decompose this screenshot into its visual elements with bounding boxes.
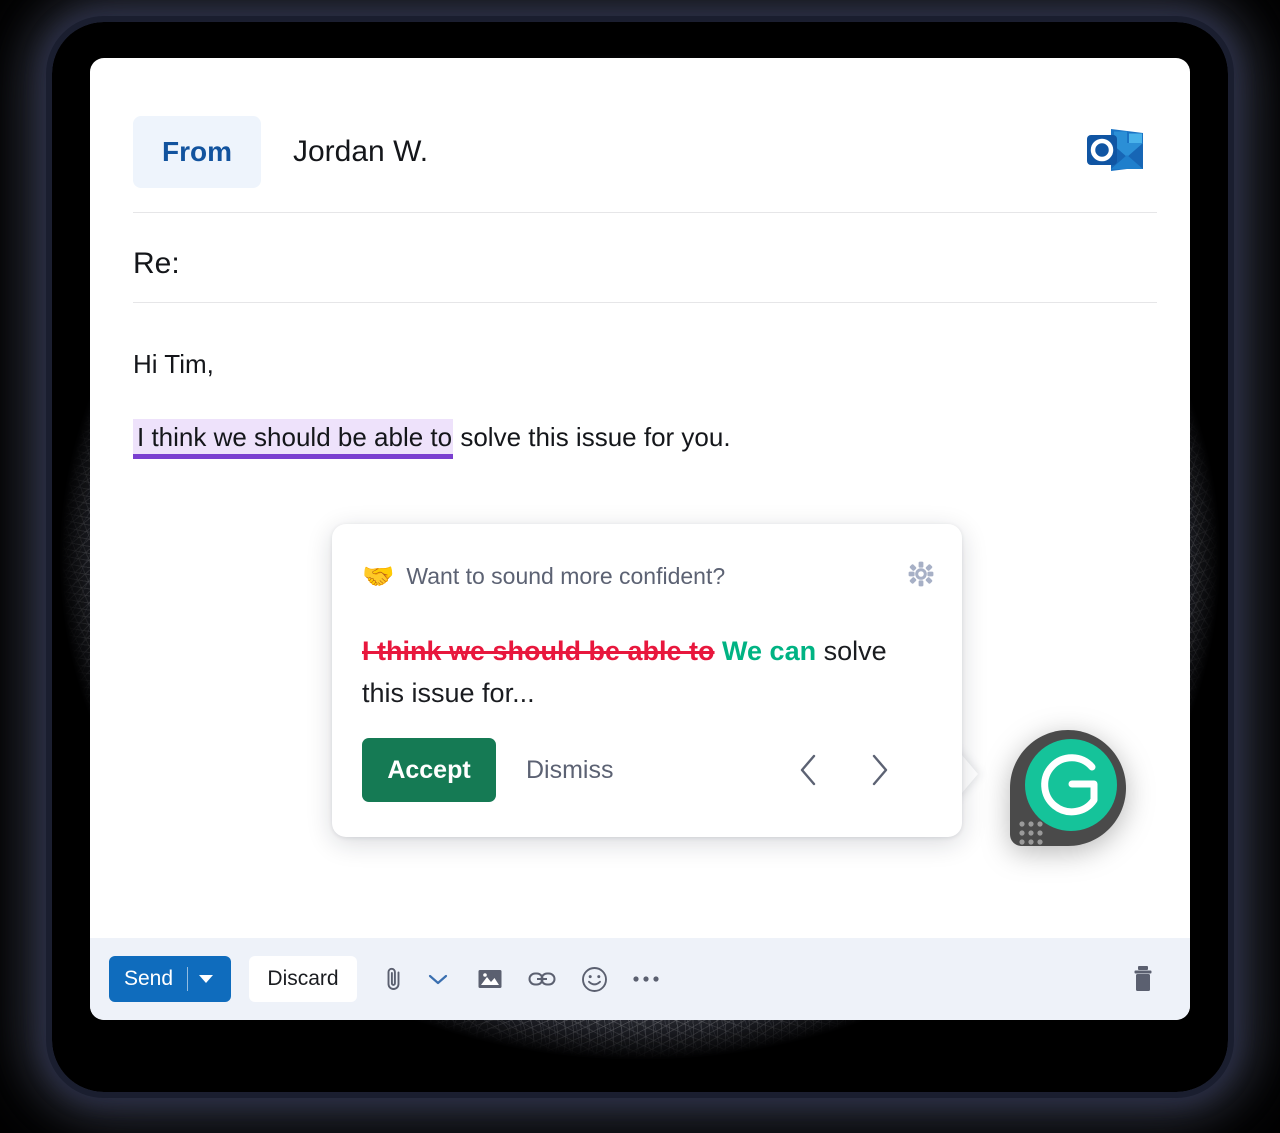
- card-actions: Accept Dismiss: [362, 738, 936, 802]
- screenshot-stage: From Jordan W. Re: Hi Tim, I think we sh…: [0, 0, 1280, 1133]
- gear-icon[interactable]: [906, 559, 936, 589]
- link-icon[interactable]: [527, 963, 557, 995]
- card-title: Want to sound more confident?: [406, 562, 726, 589]
- handshake-icon: 🤝: [362, 561, 395, 591]
- body-paragraph: I think we should be able to solve this …: [133, 418, 1157, 459]
- card-header: 🤝 Want to sound more confident?: [362, 556, 936, 596]
- highlighted-phrase[interactable]: I think we should be able to: [133, 418, 454, 459]
- card-suggestion-text: I think we should be able to We can solv…: [362, 631, 932, 715]
- from-label: From: [162, 136, 232, 167]
- chevron-left-icon[interactable]: [796, 753, 822, 787]
- suggestion-nav: [796, 753, 936, 787]
- chevron-down-icon[interactable]: [423, 963, 453, 995]
- send-button[interactable]: Send: [109, 956, 231, 1002]
- from-row: From Jordan W.: [133, 113, 1157, 191]
- discard-button[interactable]: Discard: [249, 956, 357, 1002]
- send-label: Send: [124, 967, 174, 990]
- compose-toolbar: Send Discard: [90, 938, 1190, 1020]
- more-icon[interactable]: [631, 963, 661, 995]
- emoji-icon[interactable]: [579, 963, 609, 995]
- header-divider-1: [133, 212, 1157, 213]
- header-divider-2: [133, 302, 1157, 303]
- original-text: I think we should be able to: [362, 636, 715, 666]
- from-label-chip[interactable]: From: [133, 116, 261, 188]
- grip-dots-icon: [1019, 821, 1043, 845]
- dismiss-button[interactable]: Dismiss: [526, 756, 614, 785]
- message-body[interactable]: Hi Tim, I think we should be able to sol…: [133, 340, 1157, 459]
- body-remainder: solve this issue for you.: [453, 421, 731, 452]
- trash-icon[interactable]: [1128, 962, 1158, 996]
- grammarly-suggestion-card: 🤝 Want to sound more confident? I think …: [332, 524, 962, 837]
- send-divider: [187, 967, 189, 991]
- attach-icon[interactable]: [379, 963, 409, 995]
- accept-button[interactable]: Accept: [362, 738, 496, 802]
- outlook-logo: [1087, 129, 1143, 171]
- replacement-text: We can: [722, 636, 817, 666]
- grammarly-widget[interactable]: [1008, 728, 1128, 854]
- caret-down-icon[interactable]: [199, 975, 214, 983]
- subject-value: Re:: [133, 247, 180, 280]
- chevron-right-icon[interactable]: [866, 753, 892, 787]
- from-value[interactable]: Jordan W.: [293, 135, 428, 169]
- body-greeting: Hi Tim,: [133, 349, 214, 379]
- image-icon[interactable]: [475, 963, 505, 995]
- subject-row[interactable]: Re:: [133, 236, 1157, 292]
